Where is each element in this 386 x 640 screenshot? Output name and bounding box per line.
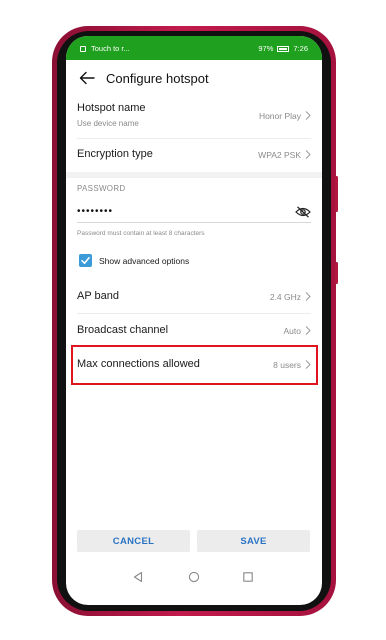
power-button <box>335 176 338 212</box>
password-section-header: PASSWORD <box>77 184 126 193</box>
hotspot-name-row[interactable]: Hotspot name Use device name Honor Play <box>77 100 311 134</box>
navigation-bar <box>66 563 322 593</box>
check-icon <box>81 257 90 264</box>
notification-icon <box>80 45 86 52</box>
status-bar: Touch to r... 97% 7:26 <box>66 36 322 60</box>
chevron-right-icon <box>305 326 311 335</box>
encryption-type-row[interactable]: Encryption type WPA2 PSK <box>77 145 311 167</box>
encryption-type-label: Encryption type <box>77 148 153 160</box>
nav-home-icon[interactable] <box>188 571 200 583</box>
encryption-type-value: WPA2 PSK <box>258 150 301 160</box>
back-arrow-icon[interactable] <box>78 69 96 87</box>
notification-text: Touch to r... <box>91 44 130 53</box>
broadcast-channel-label: Broadcast channel <box>77 324 169 336</box>
advanced-options-label: Show advanced options <box>99 256 190 266</box>
section-separator <box>66 172 322 178</box>
phone-screen: Touch to r... 97% 7:26 Configure hotspot… <box>66 36 322 605</box>
max-connections-label: Max connections allowed <box>77 358 200 370</box>
chevron-right-icon <box>305 111 311 120</box>
hotspot-name-sub: Use device name <box>77 119 139 128</box>
hotspot-name-label: Hotspot name <box>77 102 146 114</box>
broadcast-channel-value: Auto <box>283 326 302 336</box>
clock: 7:26 <box>293 44 308 53</box>
battery-icon <box>277 45 290 52</box>
volume-button <box>335 262 338 284</box>
nav-back-icon[interactable] <box>132 571 144 583</box>
chevron-right-icon <box>305 150 311 159</box>
password-underline <box>77 222 311 223</box>
page-title: Configure hotspot <box>106 71 209 86</box>
divider <box>77 313 311 314</box>
advanced-options-checkbox[interactable] <box>79 254 92 267</box>
battery-percent: 97% <box>258 44 274 53</box>
ap-band-label: AP band <box>77 290 120 302</box>
app-bar: Configure hotspot <box>66 66 322 90</box>
chevron-right-icon <box>305 292 311 301</box>
save-button[interactable]: SAVE <box>197 530 310 552</box>
nav-recents-icon[interactable] <box>242 571 254 583</box>
ap-band-value: 2.4 GHz <box>269 292 301 302</box>
eye-off-icon[interactable] <box>295 206 311 218</box>
divider <box>77 138 311 139</box>
hotspot-name-value: Honor Play <box>258 111 301 121</box>
ap-band-row[interactable]: AP band 2.4 GHz <box>77 286 311 308</box>
broadcast-channel-row[interactable]: Broadcast channel Auto <box>77 320 311 342</box>
password-hint: Password must contain at least 8 charact… <box>77 230 205 237</box>
password-field[interactable]: •••••••• <box>77 206 113 217</box>
cancel-button[interactable]: CANCEL <box>77 530 190 552</box>
max-connections-row[interactable]: Max connections allowed 8 users <box>77 354 311 376</box>
max-connections-value: 8 users <box>273 360 301 370</box>
chevron-right-icon <box>305 360 311 369</box>
